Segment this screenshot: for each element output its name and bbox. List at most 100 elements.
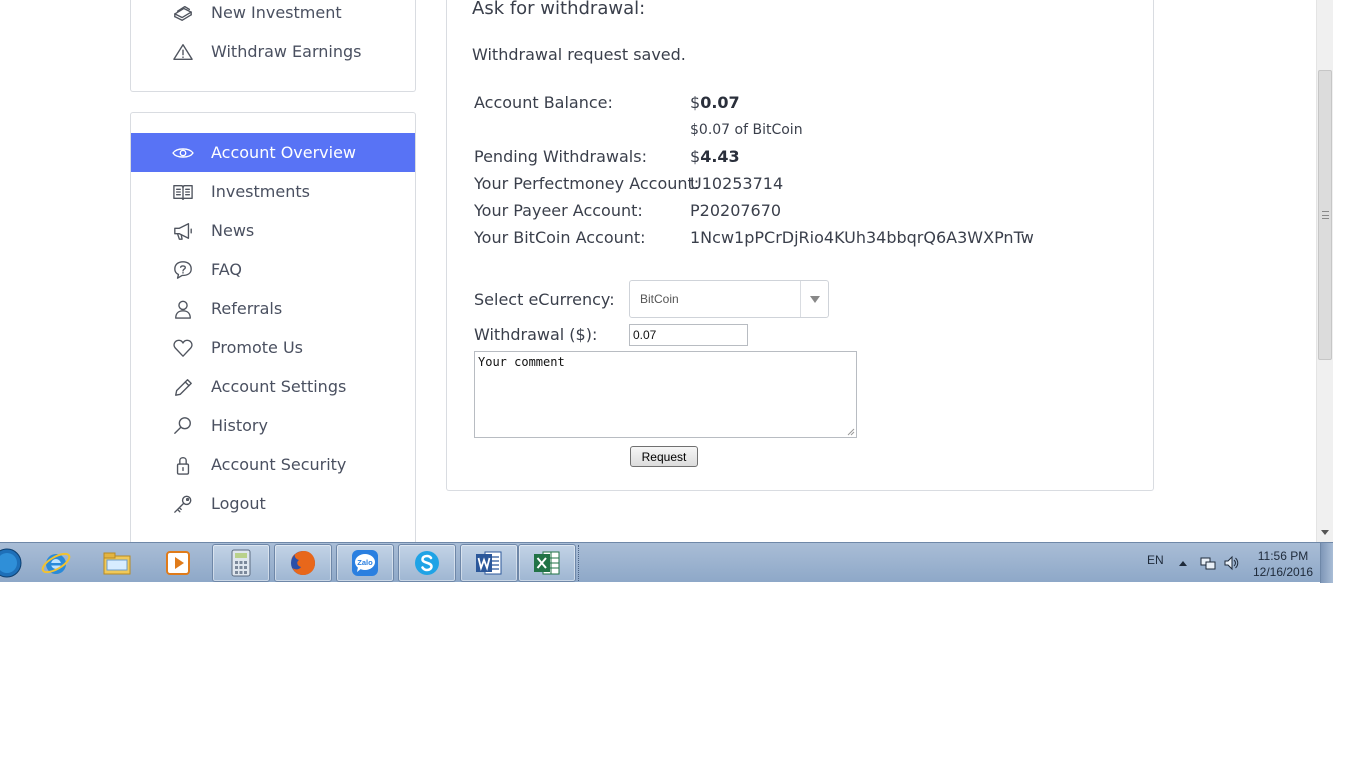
sidebar-item-faq[interactable]: FAQ [131,250,415,289]
resize-grip-icon[interactable] [845,426,855,436]
balance-breakdown: $0.07 of BitCoin [690,122,803,138]
balance-amount: 0.07 [700,93,740,112]
warning-icon [171,41,195,63]
pending-currency: $ [690,147,701,166]
sidebar-item-label: Investments [211,182,310,201]
sidebar-item-news[interactable]: News [131,211,415,250]
pending-label: Pending Withdrawals: [474,147,647,166]
sidebar-item-account-security[interactable]: Account Security [131,445,415,484]
windows-orb-icon [0,548,22,578]
skype-icon [415,551,439,575]
perfectmoney-label: Your Perfectmoney Account: [474,174,700,193]
perfectmoney-value: U10253714 [690,174,784,193]
currency-label: Select eCurrency: [474,290,615,309]
chat-question-icon [171,259,195,281]
sidebar-item-account-overview[interactable]: Account Overview [131,133,415,172]
taskbar: Zalo EN 11:56 PM 12/16/2016 [0,542,1333,583]
language-indicator[interactable]: EN [1147,553,1164,567]
bitcoin-label: Your BitCoin Account: [474,228,646,247]
scrollbar-thumb[interactable] [1318,70,1332,360]
status-message: Withdrawal request saved. [472,45,686,64]
clock[interactable]: 11:56 PM 12/16/2016 [1252,548,1314,580]
sidebar-item-investments[interactable]: Investments [131,172,415,211]
sidebar-item-withdraw-earnings[interactable]: Withdraw Earnings [131,32,415,71]
sidebar-item-label: Account Security [211,455,347,474]
sidebar-nav-panel: Account Overview Investments News FAQ Re… [130,112,416,542]
select-divider [800,281,801,317]
user-icon [171,298,195,320]
excel-icon [534,551,560,575]
show-desktop-button[interactable] [1320,543,1333,583]
taskbar-word[interactable] [460,544,518,582]
sidebar-item-label: New Investment [211,3,342,22]
balance-currency: $ [690,93,701,112]
pending-value: $4.43 [690,147,740,166]
tray-expand-arrow-icon[interactable] [1179,561,1187,566]
scroll-down-arrow-icon[interactable] [1321,530,1329,535]
amount-label: Withdrawal ($): [474,325,598,344]
calculator-icon [231,549,251,577]
sidebar-item-label: Promote Us [211,338,304,357]
heart-icon [171,337,195,359]
book-icon [171,181,195,203]
balance-label: Account Balance: [474,93,613,112]
media-player-icon [166,551,190,575]
lock-icon [171,454,195,476]
taskbar-skype[interactable] [398,544,456,582]
zalo-icon: Zalo [352,550,378,576]
word-icon [476,551,502,575]
sidebar-item-promote-us[interactable]: Promote Us [131,328,415,367]
sidebar-item-label: Withdraw Earnings [211,42,362,61]
pending-amount: 4.43 [700,147,740,166]
chevron-down-icon [810,296,820,303]
sidebar-item-referrals[interactable]: Referrals [131,289,415,328]
sidebar-item-new-investment[interactable]: New Investment [131,0,415,32]
sidebar-item-account-settings[interactable]: Account Settings [131,367,415,406]
scrollbar-grip-icon [1322,211,1329,219]
currency-selected: BitCoin [640,292,679,306]
taskbar-separator [578,545,581,581]
sidebar-item-label: Referrals [211,299,283,318]
sidebar-item-label: Account Overview [211,143,357,162]
comment-textarea[interactable] [474,351,857,438]
network-icon[interactable] [1200,555,1216,571]
sidebar-top-panel: New Investment Withdraw Earnings [130,0,416,92]
sidebar-item-label: FAQ [211,260,242,279]
taskbar-firefox[interactable] [274,544,332,582]
browser-viewport: New Investment Withdraw Earnings Account… [0,0,1333,542]
taskbar-excel[interactable] [518,544,576,582]
amount-input[interactable] [629,324,748,346]
payeer-value: P20207670 [690,201,782,220]
balance-value: $0.07 [690,93,740,112]
sidebar-item-label: History [211,416,268,435]
folder-icon [103,552,131,575]
clock-time: 11:56 PM [1257,549,1309,563]
key-icon [171,493,195,515]
magnifier-icon [171,415,195,437]
bitcoin-value: 1Ncw1pPCrDjRio4KUh34bbqrQ6A3WXPnTw [690,228,1034,247]
taskbar-calculator[interactable] [212,544,270,582]
clock-date: 12/16/2016 [1252,565,1314,579]
taskbar-file-explorer[interactable] [88,544,146,582]
payeer-label: Your Payeer Account: [474,201,643,220]
sidebar-item-logout[interactable]: Logout [131,484,415,523]
megaphone-icon [171,220,195,242]
sidebar-item-label: Account Settings [211,377,347,396]
taskbar-media-player[interactable] [149,544,207,582]
sidebar-item-history[interactable]: History [131,406,415,445]
request-button[interactable]: Request [630,446,698,467]
taskbar-internet-explorer[interactable] [27,544,85,582]
currency-select[interactable]: BitCoin [629,280,829,318]
zalo-icon-label: Zalo [357,558,373,567]
sidebar-item-label: News [211,221,255,240]
ie-icon [41,552,71,574]
eye-icon [171,142,195,164]
page-title: Ask for withdrawal: [472,0,646,19]
pencil-icon [171,376,195,398]
firefox-icon [291,551,315,575]
sidebar-item-label: Logout [211,494,266,513]
taskbar-zalo[interactable]: Zalo [336,544,394,582]
volume-icon[interactable] [1223,555,1239,571]
money-stack-icon [171,2,195,24]
vertical-scrollbar[interactable] [1316,0,1333,542]
